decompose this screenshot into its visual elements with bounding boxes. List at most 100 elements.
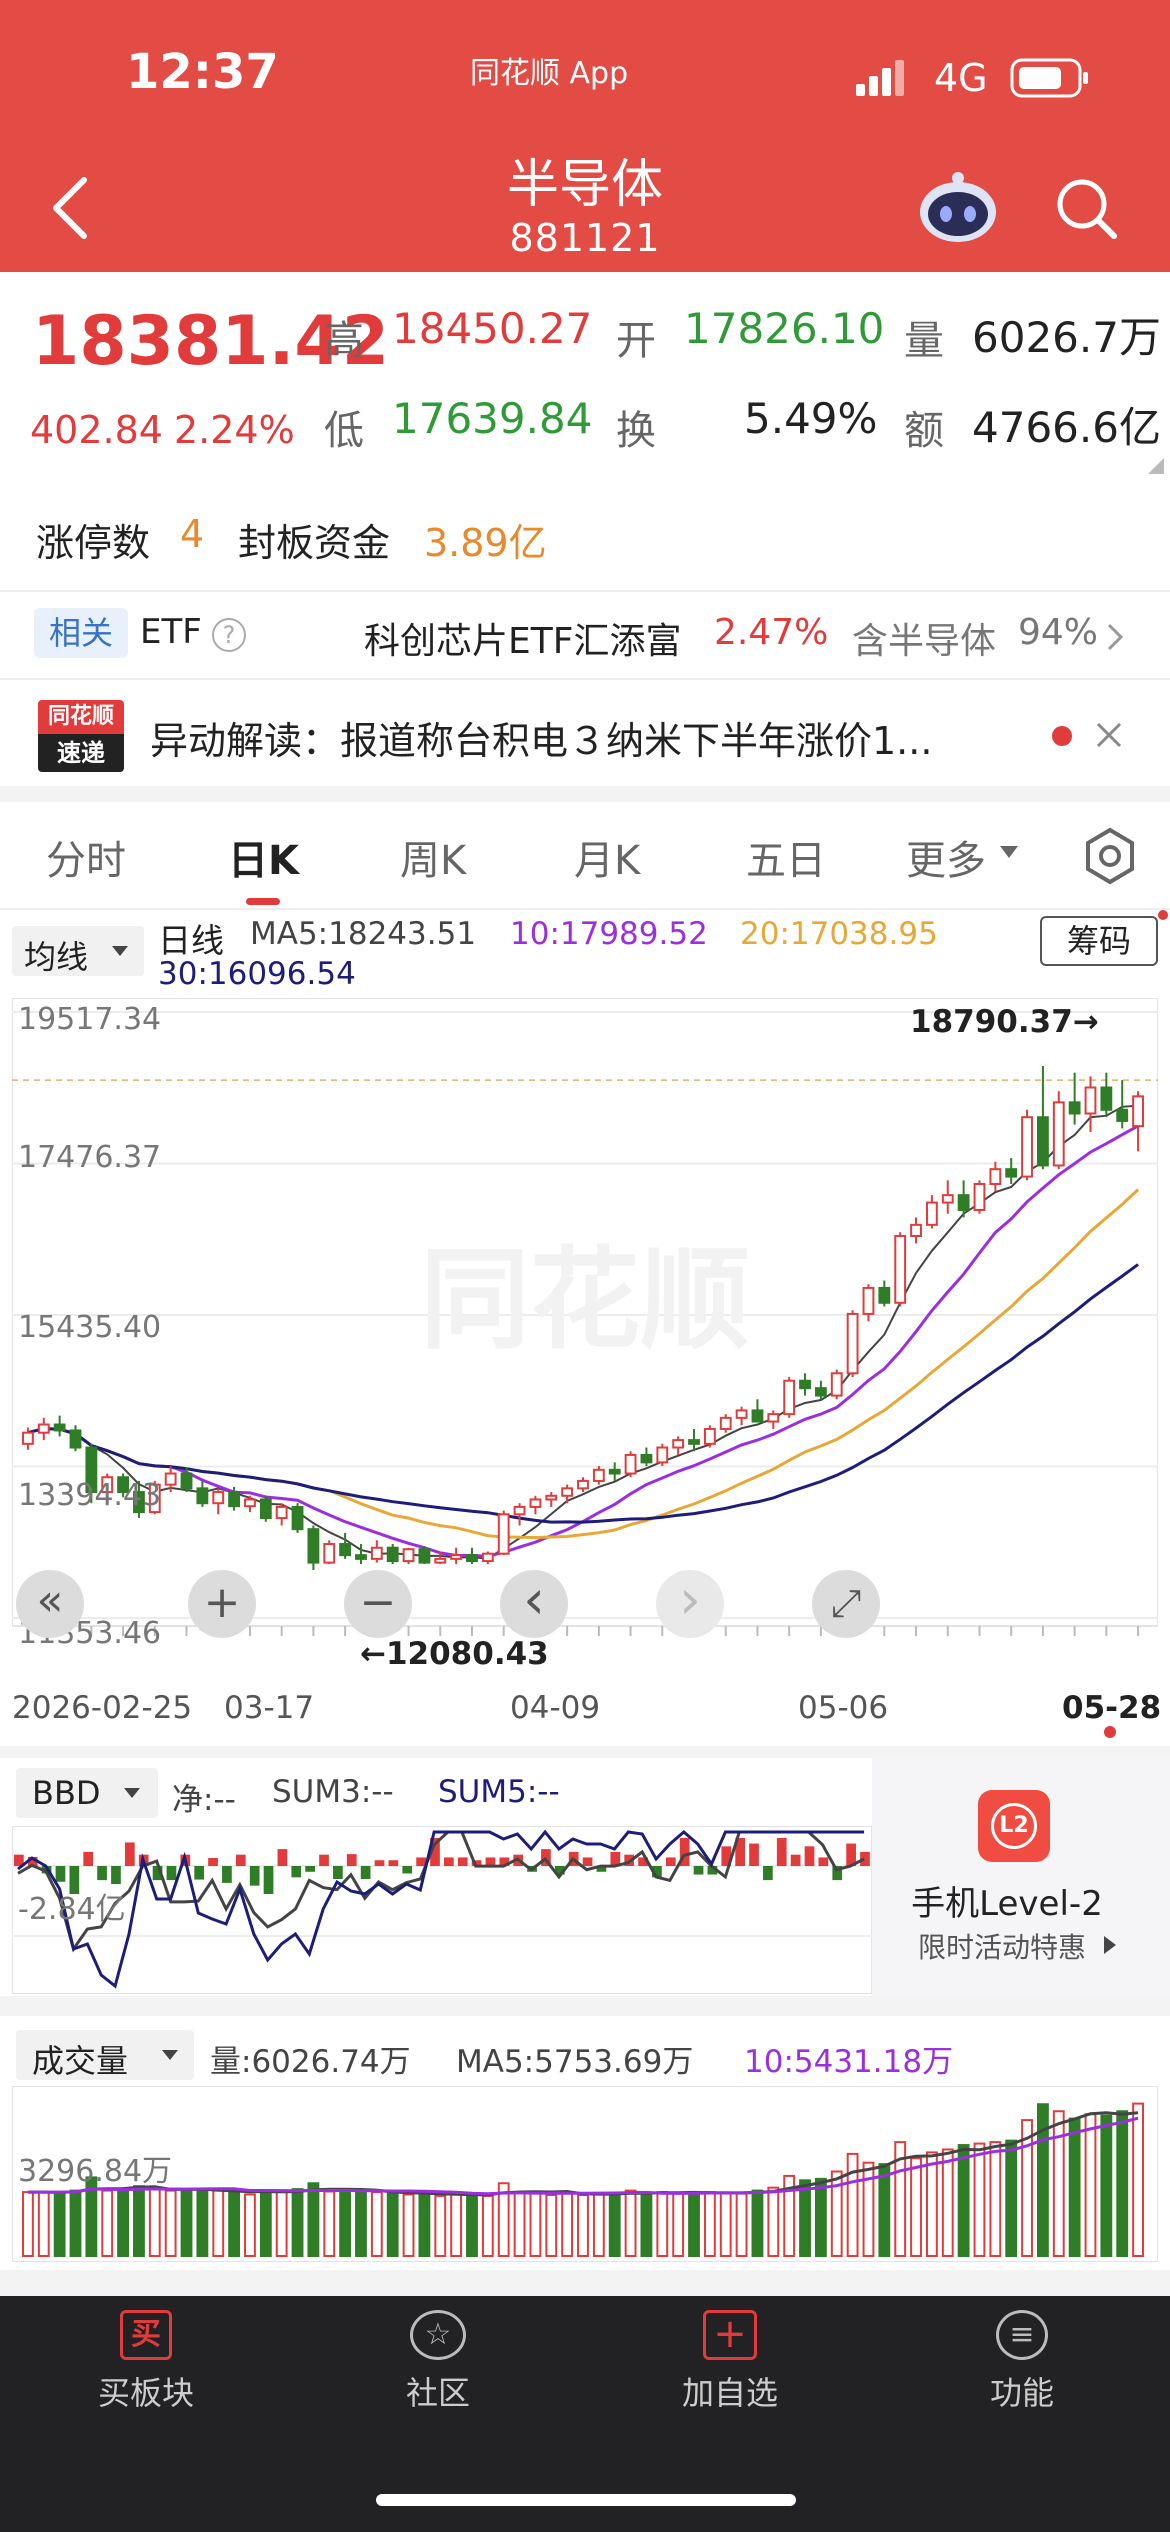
tab-weekly-k[interactable]: 周K bbox=[400, 828, 466, 886]
tab-more[interactable]: 更多 bbox=[906, 828, 986, 886]
nav-functions[interactable]: ≡ 功能 bbox=[922, 2310, 1122, 2414]
candle-body bbox=[1100, 1086, 1113, 1111]
chip-distribution-button[interactable]: 筹码 bbox=[1040, 916, 1158, 966]
chevron-down-icon[interactable] bbox=[1000, 846, 1018, 860]
volume-bar bbox=[656, 2191, 669, 2258]
bbd-bar bbox=[319, 1854, 329, 1866]
candle-body bbox=[434, 1557, 447, 1564]
candle-body bbox=[830, 1372, 843, 1397]
volume-label: 量 bbox=[904, 318, 944, 364]
candle-body bbox=[212, 1491, 225, 1505]
fit-screen-button[interactable]: ⤢ bbox=[812, 1570, 880, 1638]
search-icon[interactable] bbox=[1054, 176, 1118, 240]
bbd-bar bbox=[360, 1866, 371, 1879]
volume-bar bbox=[434, 2194, 447, 2257]
ma-selector-label: 均线 bbox=[24, 938, 89, 976]
etf-label: ETF bbox=[140, 612, 202, 652]
close-icon[interactable] bbox=[1094, 720, 1124, 750]
news-logo-top: 同花顺 bbox=[38, 700, 124, 734]
tab-monthly-k[interactable]: 月K bbox=[574, 828, 640, 886]
volume-bar bbox=[228, 2190, 241, 2257]
candlestick-chart[interactable]: 同花顺 bbox=[12, 998, 1158, 1668]
bbd-bar bbox=[124, 1842, 135, 1866]
volume-bar bbox=[466, 2193, 478, 2257]
candle-body bbox=[577, 1479, 589, 1490]
zoom-out-button[interactable]: − bbox=[344, 1570, 412, 1638]
etf-name[interactable]: 科创芯片ETF汇添富 bbox=[364, 612, 681, 664]
level2-title: 手机Level-2 bbox=[911, 1884, 1103, 1924]
bbd-bar bbox=[444, 1857, 454, 1866]
candle-body bbox=[767, 1413, 780, 1423]
volume-bar bbox=[386, 2191, 399, 2257]
volume-bar bbox=[53, 2191, 66, 2258]
battery-icon bbox=[1010, 58, 1088, 98]
volume-bar bbox=[1036, 2103, 1049, 2258]
volume-bar bbox=[133, 2185, 145, 2257]
volume-bar bbox=[148, 2186, 161, 2257]
volume-bar bbox=[910, 2157, 922, 2257]
settings-icon[interactable] bbox=[1080, 826, 1140, 886]
volume-bar bbox=[1068, 2117, 1081, 2257]
candle-body bbox=[1021, 1116, 1033, 1178]
next-button[interactable]: › bbox=[656, 1570, 724, 1638]
bbd-selector-label: BBD bbox=[32, 1774, 101, 1812]
candle-body bbox=[941, 1194, 954, 1204]
nav-add-watchlist[interactable]: + 加自选 bbox=[630, 2310, 830, 2414]
volume-selector-label: 成交量 bbox=[32, 2042, 129, 2080]
candle-body bbox=[925, 1201, 938, 1226]
candle-body bbox=[783, 1379, 796, 1416]
candle-body bbox=[735, 1409, 748, 1419]
volume-selector[interactable]: 成交量 bbox=[16, 2030, 194, 2080]
nav-buy-sector[interactable]: 买 买板块 bbox=[46, 2310, 246, 2414]
candle-body bbox=[624, 1453, 637, 1475]
scroll-to-start-button[interactable]: « bbox=[16, 1570, 84, 1638]
nav-community[interactable]: ☆ 社区 bbox=[338, 2310, 538, 2414]
nav-label: 买板块 bbox=[97, 2374, 194, 2412]
price-change-pct: 2.24% bbox=[174, 408, 295, 452]
tab-daily-k[interactable]: 日K bbox=[228, 828, 299, 886]
bbd-bar bbox=[582, 1857, 593, 1866]
volume-bar bbox=[259, 2189, 272, 2257]
robot-assistant-icon[interactable] bbox=[916, 168, 1000, 244]
volume-bar bbox=[608, 2192, 621, 2257]
candle-body bbox=[53, 1423, 66, 1432]
bbd-selector[interactable]: BBD bbox=[16, 1768, 158, 1818]
candle-body bbox=[1084, 1086, 1097, 1115]
chevron-right-icon[interactable] bbox=[1106, 622, 1124, 652]
volume-ma-line bbox=[27, 2116, 1139, 2196]
level2-ad[interactable]: L2 手机Level-2 限时活动特惠 bbox=[872, 1756, 1170, 1996]
help-icon[interactable]: ? bbox=[212, 618, 246, 652]
latest-marker-dot bbox=[1104, 1726, 1116, 1738]
volume-bar bbox=[1116, 2110, 1129, 2258]
volume-bar bbox=[1132, 2102, 1144, 2257]
volume-bar bbox=[592, 2192, 605, 2257]
volume-bar bbox=[22, 2191, 34, 2258]
candle-body bbox=[402, 1548, 415, 1563]
chevron-down-icon bbox=[112, 946, 128, 956]
bbd-net-label: 净:-- bbox=[172, 1782, 236, 1818]
candle-body bbox=[370, 1546, 383, 1560]
volume-bar bbox=[767, 2186, 780, 2257]
volume-bar bbox=[69, 2189, 82, 2257]
high-annotation: 18790.37→ bbox=[910, 1004, 1099, 1040]
ma-selector[interactable]: 均线 bbox=[12, 926, 144, 976]
volume-bar bbox=[370, 2191, 383, 2258]
bbd-bar bbox=[249, 1866, 260, 1886]
volume-bar bbox=[735, 2192, 748, 2257]
bbd-bar bbox=[235, 1854, 246, 1866]
low-label: 低 bbox=[324, 408, 364, 454]
news-headline[interactable]: 异动解读：报道称台积电３纳米下半年涨价1... bbox=[150, 710, 1030, 765]
candle-body bbox=[799, 1379, 811, 1390]
tab-intraday[interactable]: 分时 bbox=[46, 828, 126, 886]
community-icon: ☆ bbox=[410, 2310, 466, 2360]
volume-bar bbox=[1005, 2139, 1018, 2257]
expand-corner-icon[interactable] bbox=[1148, 458, 1164, 474]
app-header: 12:37 同花顺 App 4G 半导体 881121 bbox=[0, 0, 1170, 272]
signal-icon bbox=[856, 60, 904, 96]
tab-five-day[interactable]: 五日 bbox=[746, 828, 826, 886]
zoom-in-button[interactable]: + bbox=[188, 1570, 256, 1638]
candle-body bbox=[608, 1468, 621, 1475]
previous-button[interactable]: ‹ bbox=[500, 1570, 568, 1638]
volume-bar bbox=[640, 2192, 653, 2257]
menu-icon: ≡ bbox=[996, 2310, 1048, 2360]
